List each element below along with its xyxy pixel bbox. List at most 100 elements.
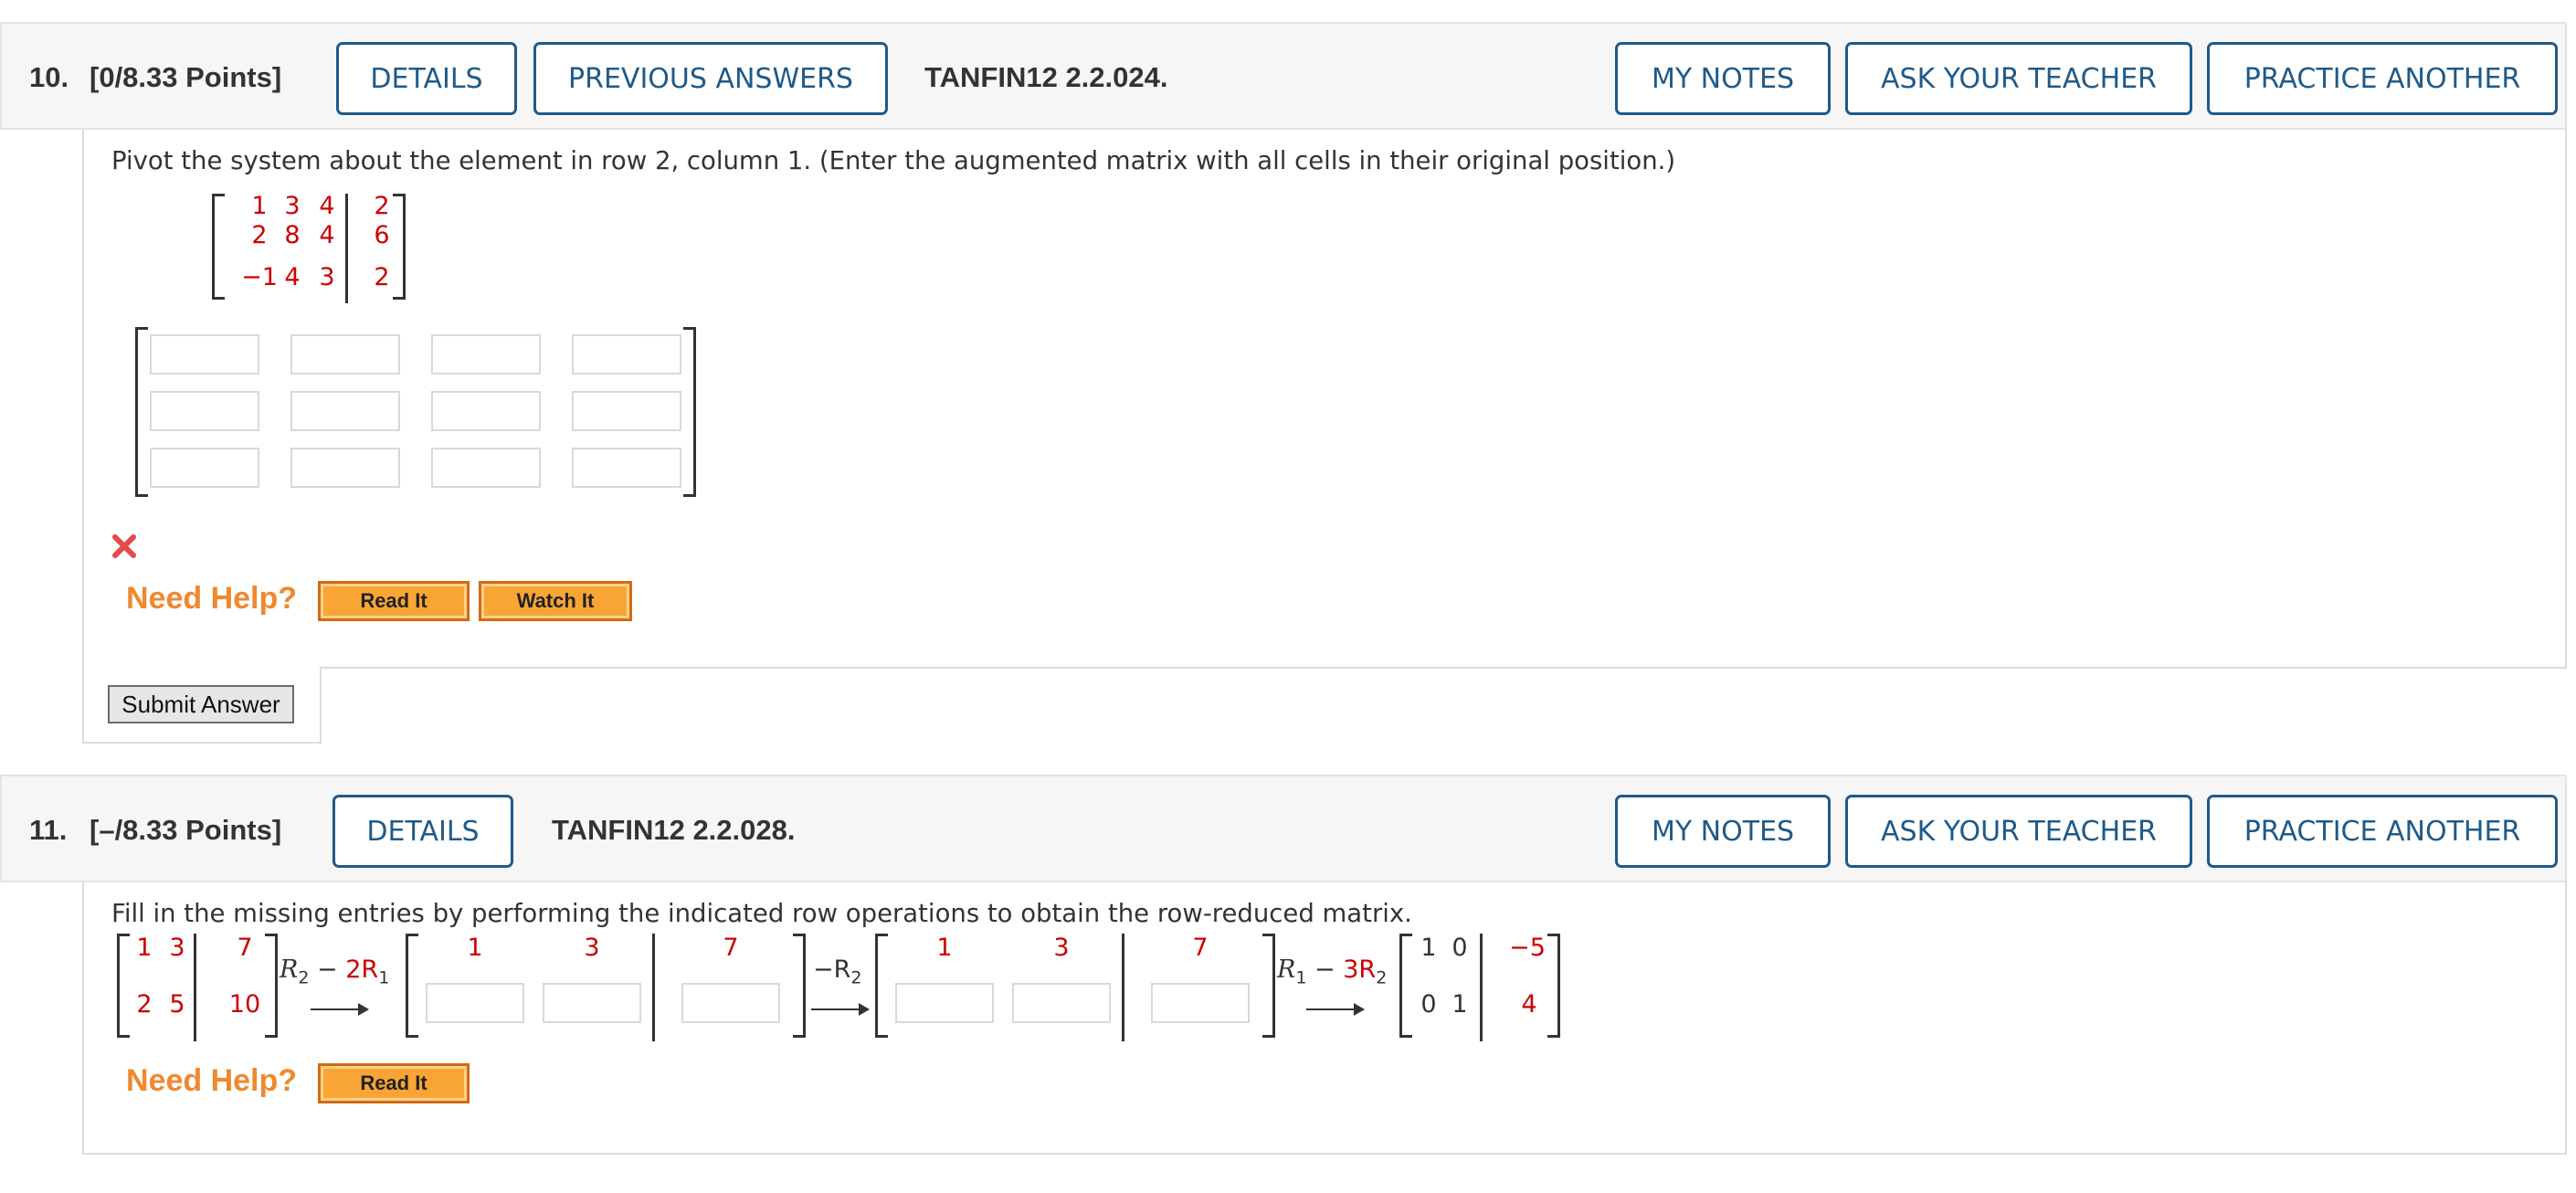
details-button[interactable]: DETAILS — [336, 42, 517, 115]
matrix-input-field[interactable] — [574, 449, 680, 486]
submit-answer-button[interactable]: Submit Answer — [108, 685, 294, 723]
augment-divider — [652, 934, 655, 1041]
ask-your-teacher-button[interactable]: ASK YOUR TEACHER — [1845, 42, 2192, 115]
answer-left-bracket — [135, 327, 148, 497]
matrix-cell: 2 — [374, 263, 390, 291]
question-prompt: Fill in the missing entries by performin… — [111, 899, 1412, 928]
matrix-input-field[interactable] — [152, 393, 258, 429]
previous-answers-button[interactable]: PREVIOUS ANSWERS — [533, 42, 888, 115]
matrix-input-field[interactable] — [292, 336, 398, 373]
matrix-input[interactable] — [572, 448, 681, 488]
matrix-cell: 3 — [584, 934, 600, 962]
matrix-cell: 1 — [936, 934, 953, 962]
matrix-input-field[interactable] — [544, 985, 639, 1021]
my-notes-button[interactable]: MY NOTES — [1615, 42, 1831, 115]
matrix-input[interactable] — [431, 448, 541, 488]
matrix-input-field[interactable] — [152, 336, 258, 373]
ask-your-teacher-button[interactable]: ASK YOUR TEACHER — [1845, 795, 2192, 868]
matrix-cell: 3 — [169, 934, 185, 962]
matrix-input[interactable] — [290, 391, 400, 431]
matrix-input-field[interactable] — [1014, 985, 1109, 1021]
matrix-left-bracket — [875, 934, 888, 1038]
matrix-input[interactable] — [290, 448, 400, 488]
op-subscript: 2 — [298, 967, 310, 988]
matrix-cell: 1 — [251, 192, 268, 220]
right-arrow-icon — [311, 1003, 369, 1016]
op-subscript: 2 — [1376, 967, 1388, 988]
matrix-right-bracket — [1262, 934, 1275, 1038]
op-subscript: 1 — [1295, 967, 1307, 988]
matrix-input[interactable] — [895, 983, 994, 1023]
read-it-button[interactable]: Read It — [318, 1063, 470, 1103]
need-help-label: Need Help? — [126, 581, 298, 616]
matrix-cell: 6 — [374, 221, 390, 249]
row-operation-3: R1 − 3R2 — [1277, 955, 1387, 987]
matrix-cell: 7 — [723, 934, 739, 962]
op-coefficient: 2R — [345, 955, 379, 984]
question-code: TANFIN12 2.2.024. — [924, 61, 1168, 93]
matrix-input-field[interactable] — [683, 985, 778, 1021]
matrix-cell: 8 — [284, 221, 301, 249]
practice-another-button[interactable]: PRACTICE ANOTHER — [2207, 42, 2558, 115]
matrix-cell: 1 — [467, 934, 483, 962]
matrix-cell: 4 — [319, 192, 335, 220]
row-operation-2: −R2 — [813, 955, 861, 987]
matrix-input[interactable] — [1151, 983, 1250, 1023]
matrix-cell: 0 — [1452, 934, 1468, 962]
question-number: 11. — [29, 814, 68, 846]
close-icon — [112, 534, 136, 558]
matrix-input-field[interactable] — [292, 449, 398, 486]
matrix-input[interactable] — [572, 334, 681, 375]
matrix-cell: 3 — [319, 263, 335, 291]
matrix-input[interactable] — [150, 334, 259, 375]
question-number: 10. — [29, 61, 69, 93]
read-it-button[interactable]: Read It — [318, 581, 470, 621]
matrix-input-field[interactable] — [433, 336, 539, 373]
matrix-input-field[interactable] — [433, 393, 539, 429]
matrix-cell: 4 — [1521, 990, 1537, 1019]
question-points: [0/8.33 Points] — [90, 61, 282, 93]
matrix-input-field[interactable] — [292, 393, 398, 429]
matrix-input[interactable] — [681, 983, 780, 1023]
matrix-cell: 1 — [1452, 990, 1468, 1019]
matrix-cell: 2 — [251, 221, 268, 249]
watch-it-button[interactable]: Watch It — [479, 581, 632, 621]
op-minus: − — [309, 955, 346, 984]
op-symbol: R — [1277, 955, 1296, 984]
matrix-input[interactable] — [290, 334, 400, 375]
op-symbol: R — [280, 955, 299, 984]
matrix-input[interactable] — [1012, 983, 1111, 1023]
matrix-input-field[interactable] — [574, 393, 680, 429]
matrix-cell: 2 — [136, 990, 153, 1019]
matrix-input[interactable] — [543, 983, 641, 1023]
right-arrow-icon — [811, 1003, 870, 1016]
matrix-input[interactable] — [426, 983, 524, 1023]
matrix-input[interactable] — [431, 391, 541, 431]
matrix-cell: 7 — [237, 934, 253, 962]
matrix-input-field[interactable] — [897, 985, 992, 1021]
matrix-cell: 2 — [374, 192, 390, 220]
matrix-input[interactable] — [431, 334, 541, 375]
my-notes-button[interactable]: MY NOTES — [1615, 795, 1831, 868]
matrix-input-field[interactable] — [574, 336, 680, 373]
op-coefficient: 3R — [1343, 955, 1377, 984]
op-minus: − — [1306, 955, 1344, 984]
question-code: TANFIN12 2.2.028. — [552, 814, 796, 846]
matrix-cell: 3 — [1053, 934, 1070, 962]
matrix-input-field[interactable] — [433, 449, 539, 486]
matrix-input[interactable] — [572, 391, 681, 431]
matrix-cell: 5 — [169, 990, 185, 1019]
matrix-input[interactable] — [150, 391, 259, 431]
details-button[interactable]: DETAILS — [333, 795, 513, 868]
matrix-input[interactable] — [150, 448, 259, 488]
row-operation-1: R2 − 2R1 — [280, 955, 389, 987]
matrix-right-bracket — [265, 934, 278, 1038]
matrix-input-field[interactable] — [428, 985, 523, 1021]
answer-right-bracket — [683, 327, 696, 497]
matrix-input-field[interactable] — [152, 449, 258, 486]
question-prompt: Pivot the system about the element in ro… — [111, 146, 1676, 175]
practice-another-button[interactable]: PRACTICE ANOTHER — [2207, 795, 2558, 868]
matrix-input-field[interactable] — [1153, 985, 1248, 1021]
matrix-left-bracket — [212, 194, 225, 300]
matrix-cell: 4 — [284, 263, 301, 291]
